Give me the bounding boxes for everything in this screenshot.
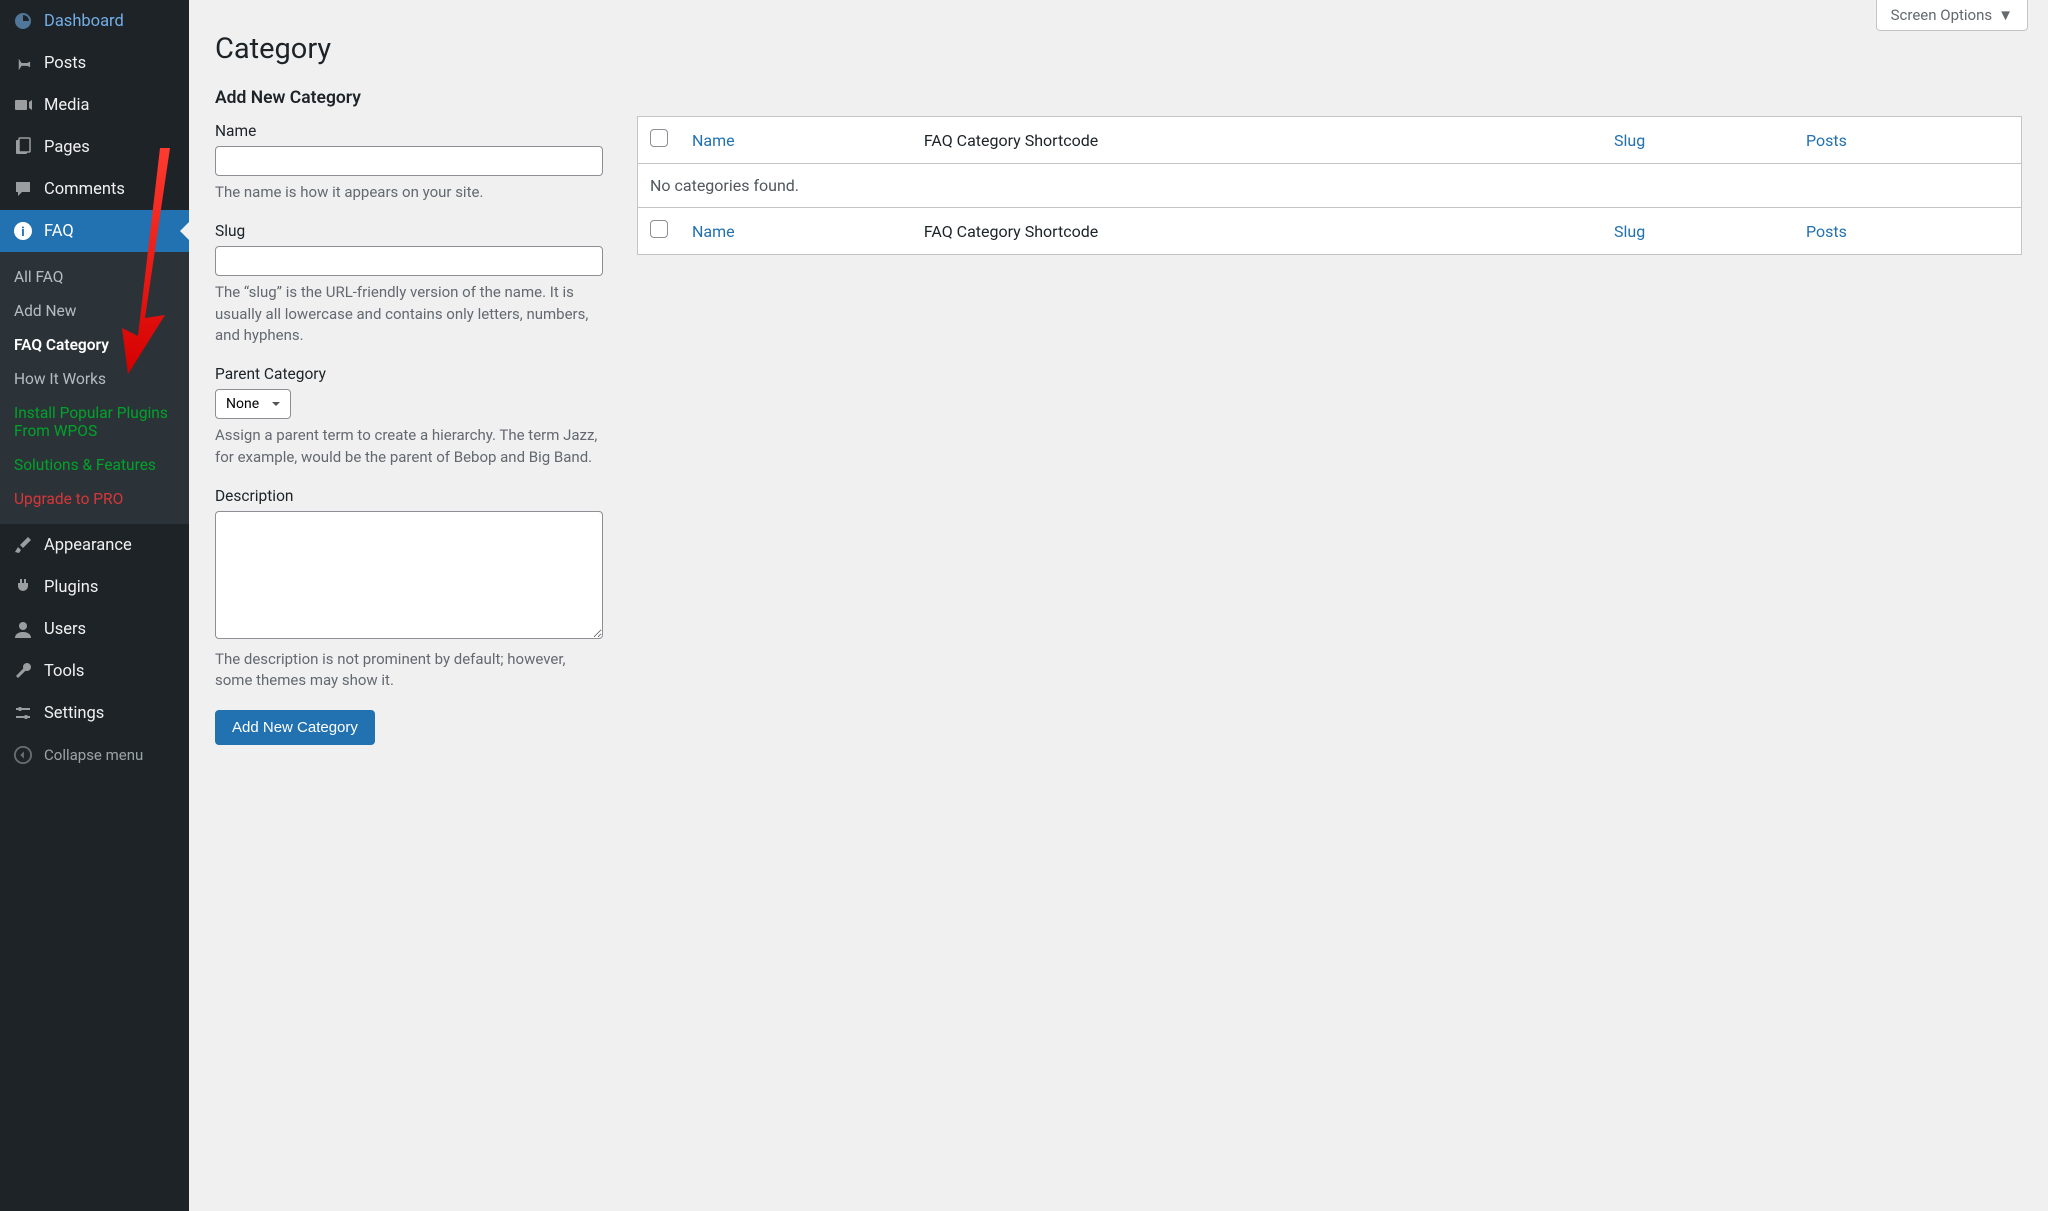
- parent-desc: Assign a parent term to create a hierarc…: [215, 425, 603, 469]
- menu-pages[interactable]: Pages: [0, 126, 189, 168]
- submenu-faq-category[interactable]: FAQ Category: [0, 328, 189, 362]
- menu-comments[interactable]: Comments: [0, 168, 189, 210]
- table-header-row: Name FAQ Category Shortcode Slug Posts: [638, 117, 2022, 164]
- page-icon: [12, 136, 34, 158]
- name-input[interactable]: [215, 146, 603, 176]
- plug-icon: [12, 576, 34, 598]
- col-slug[interactable]: Slug: [1614, 131, 1645, 150]
- screen-options-label: Screen Options: [1891, 6, 1993, 24]
- add-category-button[interactable]: Add New Category: [215, 710, 375, 745]
- col-name[interactable]: Name: [692, 131, 735, 150]
- select-all-bottom[interactable]: [650, 220, 668, 238]
- screen-options-toggle[interactable]: Screen Options ▼: [1876, 0, 2028, 31]
- menu-label: Pages: [44, 138, 90, 157]
- collapse-label: Collapse menu: [44, 746, 143, 764]
- menu-plugins[interactable]: Plugins: [0, 566, 189, 608]
- menu-label: Users: [44, 620, 86, 639]
- collapse-icon: [12, 744, 34, 766]
- col-slug-foot[interactable]: Slug: [1614, 222, 1645, 241]
- pin-icon: [12, 52, 34, 74]
- collapse-menu[interactable]: Collapse menu: [0, 734, 189, 776]
- section-title: Add New Category: [215, 88, 603, 108]
- name-desc: The name is how it appears on your site.: [215, 182, 603, 204]
- col-shortcode-foot: FAQ Category Shortcode: [912, 208, 1602, 255]
- submenu-upgrade[interactable]: Upgrade to PRO: [0, 482, 189, 516]
- main-content: Screen Options ▼ Category Add New Catego…: [189, 0, 2048, 1211]
- info-icon: i: [12, 220, 34, 242]
- submenu-all-faq[interactable]: All FAQ: [0, 260, 189, 294]
- submenu-add-new[interactable]: Add New: [0, 294, 189, 328]
- description-label: Description: [215, 487, 603, 505]
- col-name-foot[interactable]: Name: [692, 222, 735, 241]
- menu-label: Plugins: [44, 578, 98, 597]
- empty-message: No categories found.: [638, 164, 2022, 208]
- name-label: Name: [215, 122, 603, 140]
- menu-tools[interactable]: Tools: [0, 650, 189, 692]
- menu-label: Settings: [44, 704, 104, 723]
- submenu-how-it-works[interactable]: How It Works: [0, 362, 189, 396]
- faq-submenu: All FAQ Add New FAQ Category How It Work…: [0, 252, 189, 524]
- parent-label: Parent Category: [215, 365, 603, 383]
- menu-label: Appearance: [44, 536, 132, 555]
- brush-icon: [12, 534, 34, 556]
- dashboard-icon: [12, 10, 34, 32]
- slug-label: Slug: [215, 222, 603, 240]
- media-icon: [12, 94, 34, 116]
- submenu-solutions[interactable]: Solutions & Features: [0, 448, 189, 482]
- add-category-form: Add New Category Name The name is how it…: [215, 88, 603, 745]
- menu-faq[interactable]: i FAQ: [0, 210, 189, 252]
- page-title: Category: [215, 32, 2022, 66]
- menu-appearance[interactable]: Appearance: [0, 524, 189, 566]
- categories-table: Name FAQ Category Shortcode Slug Posts N…: [637, 116, 2022, 255]
- menu-posts[interactable]: Posts: [0, 42, 189, 84]
- menu-media[interactable]: Media: [0, 84, 189, 126]
- table-empty-row: No categories found.: [638, 164, 2022, 208]
- menu-label: Comments: [44, 180, 125, 199]
- col-posts[interactable]: Posts: [1806, 131, 1847, 150]
- parent-select[interactable]: None: [215, 389, 291, 419]
- chevron-down-icon: ▼: [1998, 6, 2013, 24]
- menu-label: FAQ: [44, 222, 74, 241]
- wrench-icon: [12, 660, 34, 682]
- col-shortcode: FAQ Category Shortcode: [912, 117, 1602, 164]
- description-textarea[interactable]: [215, 511, 603, 639]
- description-desc: The description is not prominent by defa…: [215, 649, 603, 693]
- user-icon: [12, 618, 34, 640]
- menu-users[interactable]: Users: [0, 608, 189, 650]
- submenu-install-plugins[interactable]: Install Popular Plugins From WPOS: [0, 396, 189, 448]
- col-posts-foot[interactable]: Posts: [1806, 222, 1847, 241]
- menu-label: Dashboard: [44, 12, 124, 31]
- svg-text:i: i: [21, 225, 24, 240]
- menu-label: Posts: [44, 54, 86, 73]
- select-all-top[interactable]: [650, 129, 668, 147]
- sliders-icon: [12, 702, 34, 724]
- slug-desc: The “slug” is the URL-friendly version o…: [215, 282, 603, 347]
- menu-label: Media: [44, 96, 89, 115]
- table-footer-row: Name FAQ Category Shortcode Slug Posts: [638, 208, 2022, 255]
- menu-label: Tools: [44, 662, 84, 681]
- slug-input[interactable]: [215, 246, 603, 276]
- comment-icon: [12, 178, 34, 200]
- admin-sidebar: Dashboard Posts Media Pages Comments: [0, 0, 189, 1211]
- menu-dashboard[interactable]: Dashboard: [0, 0, 189, 42]
- menu-settings[interactable]: Settings: [0, 692, 189, 734]
